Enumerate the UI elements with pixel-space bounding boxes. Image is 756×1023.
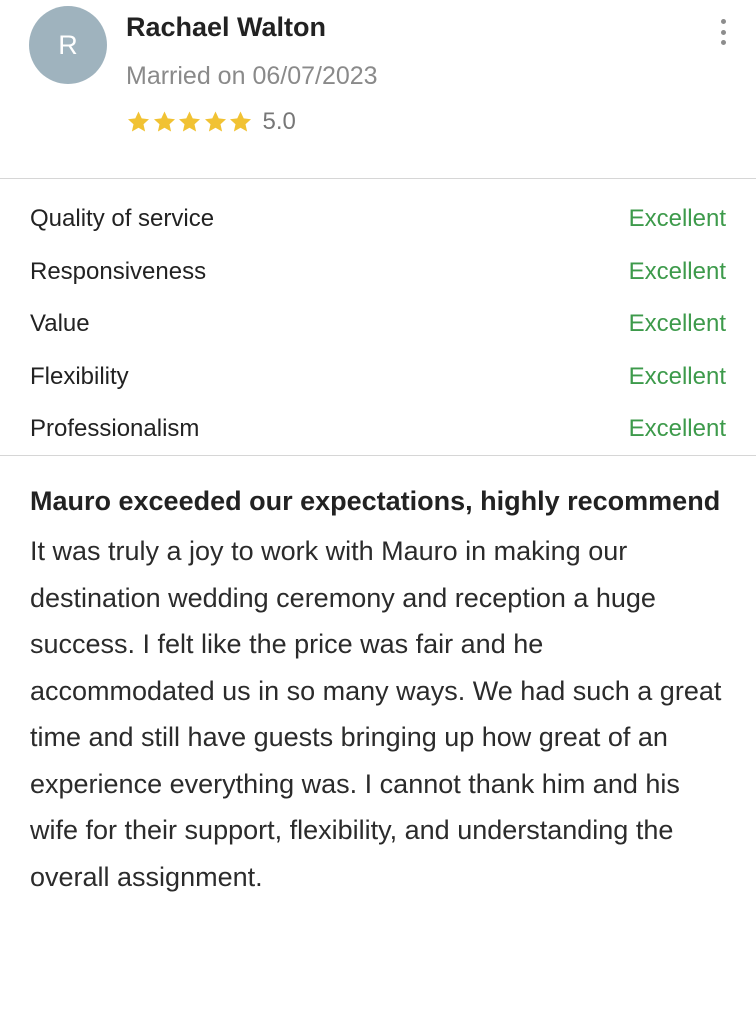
score-label: Value: [30, 310, 90, 338]
score-value: Excellent: [628, 205, 726, 233]
score-row-quality: Quality of service Excellent: [30, 193, 726, 246]
score-list: Quality of service Excellent Responsiven…: [0, 179, 756, 455]
score-row-responsiveness: Responsiveness Excellent: [30, 246, 726, 299]
star-rating: [126, 110, 254, 134]
wedding-date: Married on 06/07/2023: [126, 62, 378, 90]
score-label: Quality of service: [30, 205, 215, 233]
star-icon: [204, 111, 226, 132]
more-vertical-icon[interactable]: [720, 19, 726, 45]
score-label: Responsiveness: [30, 257, 207, 285]
review-body: It was truly a joy to work with Mauro in…: [30, 536, 722, 892]
review-header: R Rachael Walton Married on 06/07/2023 5…: [0, 0, 756, 178]
score-value: Excellent: [628, 310, 726, 338]
score-value: Excellent: [628, 415, 726, 443]
reviewer-name: Rachael Walton: [126, 12, 327, 42]
score-value: Excellent: [628, 362, 726, 390]
star-icon: [179, 111, 200, 132]
score-row-flexibility: Flexibility Excellent: [30, 351, 726, 404]
score-row-professionalism: Professionalism Excellent: [30, 403, 726, 456]
star-icon: [153, 111, 175, 132]
more-dot: [720, 19, 726, 24]
score-label: Professionalism: [30, 415, 200, 443]
score-row-value: Value Excellent: [30, 298, 726, 351]
more-dot: [720, 29, 726, 35]
score-label: Flexibility: [30, 362, 129, 390]
rating: 5.0: [126, 108, 296, 136]
star-icon: [230, 111, 251, 132]
avatar: R: [29, 6, 107, 84]
more-dot: [720, 40, 726, 45]
review-content: Mauro exceeded our expectations, highly …: [0, 456, 756, 900]
score-value: Excellent: [628, 257, 726, 285]
star-icon: [128, 111, 149, 132]
rating-value: 5.0: [262, 108, 296, 135]
review-title: Mauro exceeded our expectations, highly …: [30, 486, 721, 516]
